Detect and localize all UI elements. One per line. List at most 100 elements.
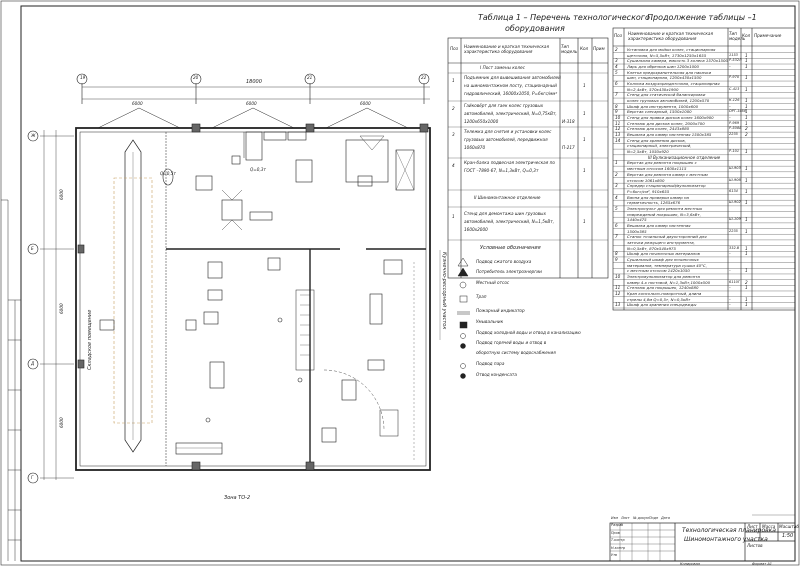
table2-row-pos: 4 bbox=[615, 194, 618, 200]
table2-row-qty: 1 bbox=[745, 245, 748, 251]
table2-row-name: материалов, температура сушки 40°С, bbox=[627, 262, 708, 268]
table2-row-qty: 2 bbox=[745, 132, 748, 138]
table2-row-name: Верстак слесарный, 1500х1000 bbox=[627, 109, 692, 115]
table2-row-model: 2235 bbox=[729, 132, 738, 137]
table2-row-model: – bbox=[729, 268, 731, 273]
legend-item: Подвод пара bbox=[476, 361, 505, 366]
table1-row-name: грузовых автомобилей, передвижная bbox=[464, 137, 548, 142]
table1-row-qty: 1 bbox=[583, 219, 586, 224]
legend-item: оборотную систему водоснабжения bbox=[476, 350, 556, 355]
table2-row-pos: 13 bbox=[615, 132, 621, 138]
legend-item: Умывальник bbox=[476, 319, 504, 324]
table2-row-model: Р-532Л bbox=[729, 58, 742, 63]
table2-row-name: Колонка воздухораздаточная, стационарная bbox=[627, 81, 720, 87]
axis-zh: Ж bbox=[31, 133, 36, 138]
table2-row-model: – bbox=[729, 285, 731, 290]
table2-row-qty: 1 bbox=[745, 251, 748, 257]
plan-dim-top-2: 6000 bbox=[246, 101, 257, 106]
table2-row-name: с местным отсосом 1420х1050 bbox=[627, 268, 690, 274]
table2-row-model: С-413 bbox=[729, 86, 740, 91]
table2-row-model: Ш-906 bbox=[729, 177, 741, 182]
table2-row-model: ОРГ-1468 bbox=[729, 109, 746, 114]
table2-row-name: шин, стационарная, 1200х430х1500 bbox=[627, 75, 702, 81]
plan-dim-top-1: 6000 bbox=[132, 101, 143, 106]
table2-header-qty: Кол bbox=[742, 33, 751, 38]
table2-row-qty: 1 bbox=[745, 103, 748, 109]
table2-row-model: К-126 bbox=[729, 98, 740, 103]
table2-row-pos: 5 bbox=[615, 205, 618, 211]
table2-row-qty: 1 bbox=[745, 115, 748, 121]
table2-row-name: Стенд для правки дисков колес 1600х900 bbox=[627, 115, 714, 121]
plan-dim-left-3: 6000 bbox=[59, 417, 64, 428]
table1-header-name: Наименование и краткая техническая харак… bbox=[464, 44, 549, 55]
table1-row-qty: 1 bbox=[583, 111, 586, 116]
table2-row-pos: 14 bbox=[615, 137, 621, 143]
table2-header-name: Наименование и краткая техническая харак… bbox=[628, 31, 713, 42]
table2-row-name: Шкаф для починочных материалов bbox=[627, 251, 700, 257]
table1-row-qty: 1 bbox=[583, 137, 586, 142]
table2-row-name: заточки режущего инструмента, bbox=[627, 239, 695, 245]
stamp-scale-value: 1:50 bbox=[782, 533, 794, 539]
table2-row-pos: 3 bbox=[615, 58, 618, 64]
stamp-role: Утв bbox=[611, 553, 618, 557]
table2-row-pos: 7 bbox=[615, 92, 618, 98]
table2-row-model: – bbox=[729, 302, 731, 307]
table1-title: Таблица 1 – Перечень технологического bbox=[478, 13, 650, 22]
table2-row-model: – bbox=[729, 251, 731, 256]
table2-row-qty: 1 bbox=[745, 120, 748, 126]
stamp-sheet-label: Лист bbox=[747, 524, 758, 529]
stamp-col: Лист bbox=[621, 516, 630, 520]
table2-row-name: Ларь для обрезков шин 1200х1000 bbox=[627, 64, 700, 70]
table2-row-pos: 1 bbox=[615, 160, 618, 166]
table1-row-name: автомобилей, электрический, N=1,5кВт, bbox=[464, 219, 555, 224]
table2-row-name: Спредер стационарный/вулканизатор bbox=[627, 183, 706, 189]
legend-item: Местный отсос bbox=[476, 280, 510, 285]
plan-dim-left-1: 6000 bbox=[59, 189, 64, 200]
plan-crane-label: Q=0,5т bbox=[160, 171, 176, 176]
table2-row-model: – bbox=[729, 64, 731, 69]
axis-19: 19 bbox=[80, 75, 86, 80]
table1-row-qty: 1 bbox=[583, 168, 586, 173]
table2-row-model: 1153 bbox=[729, 52, 738, 57]
table2-row-pos: 4 bbox=[615, 64, 618, 70]
table2-row-name: отсосом 1061х800 bbox=[627, 177, 665, 183]
table2-row-name: Электровулканизатор для ремонта bbox=[627, 273, 700, 279]
left-margin-strips bbox=[1, 199, 21, 561]
table2-row-pos: 9 bbox=[615, 109, 618, 115]
table2-row-name: щеточная, N=5,5кВт, 1730х1250х1655 bbox=[627, 52, 707, 58]
table2-row-name: Сушильная камера, емкость 3 колеса 1570х… bbox=[627, 58, 728, 64]
stamp-role: Пров bbox=[611, 530, 620, 535]
table2-row-qty: 1 bbox=[745, 296, 748, 302]
table2-row-model: 332-б bbox=[729, 245, 740, 250]
table2-row-model: 6134 bbox=[729, 188, 738, 193]
table2-row-name: Верстак для ремонта камер с местным bbox=[627, 171, 708, 177]
table2-row-qty: 1 bbox=[745, 52, 748, 58]
table2-row-name: N=2,5кВт, 1050х920 bbox=[627, 149, 669, 155]
table2-row-name: стационарный, электрический, bbox=[627, 143, 692, 149]
table1-header-note: Прим bbox=[593, 46, 605, 51]
table2-row-pos: 5 bbox=[615, 69, 618, 75]
stamp-mass-label: Масса bbox=[762, 524, 776, 529]
table2-row-qty: 1 bbox=[745, 177, 748, 183]
table2-header-model: Тип модель bbox=[729, 31, 746, 42]
table2-row-pos: 3 bbox=[615, 183, 618, 189]
table2-row-name: Вешалка для камер настенная 1500х385 bbox=[627, 132, 712, 138]
stamp-col: Дата bbox=[661, 516, 670, 520]
floor-plan bbox=[27, 73, 431, 484]
plan-beam-label: Q=0,3т bbox=[250, 167, 266, 172]
table2-row-pos: 11 bbox=[615, 285, 621, 291]
table1-row-pos: 1 bbox=[452, 78, 455, 83]
plan-forge-label: Кузнечно-рессорный участок bbox=[441, 252, 447, 330]
legend-item: Подвод сжатого воздуха bbox=[476, 259, 532, 264]
table2-row-qty: 1 bbox=[745, 302, 748, 308]
table1-row-name: Кран-балка подвесная электрическая по bbox=[464, 160, 555, 165]
table1-row-name: Тележка для снятия и установки колес bbox=[464, 129, 552, 134]
table1-title-2: оборудования bbox=[505, 24, 565, 33]
table2-row-name: Стеллаж для колес, 2443х880 bbox=[627, 126, 690, 132]
axis-d: Д bbox=[31, 361, 35, 366]
table2-row-qty: 1 bbox=[745, 58, 748, 64]
table1-row-name: на шиномонтажном посту, стационарный bbox=[464, 83, 557, 88]
table1-row-name: гидравлический, 16000х1050, Р=6кгс/мм² bbox=[464, 91, 558, 96]
table2-row-name: N=0,5кВт, 870х540х975 bbox=[627, 245, 676, 251]
table2-row-name: 1500х385 bbox=[627, 228, 647, 234]
